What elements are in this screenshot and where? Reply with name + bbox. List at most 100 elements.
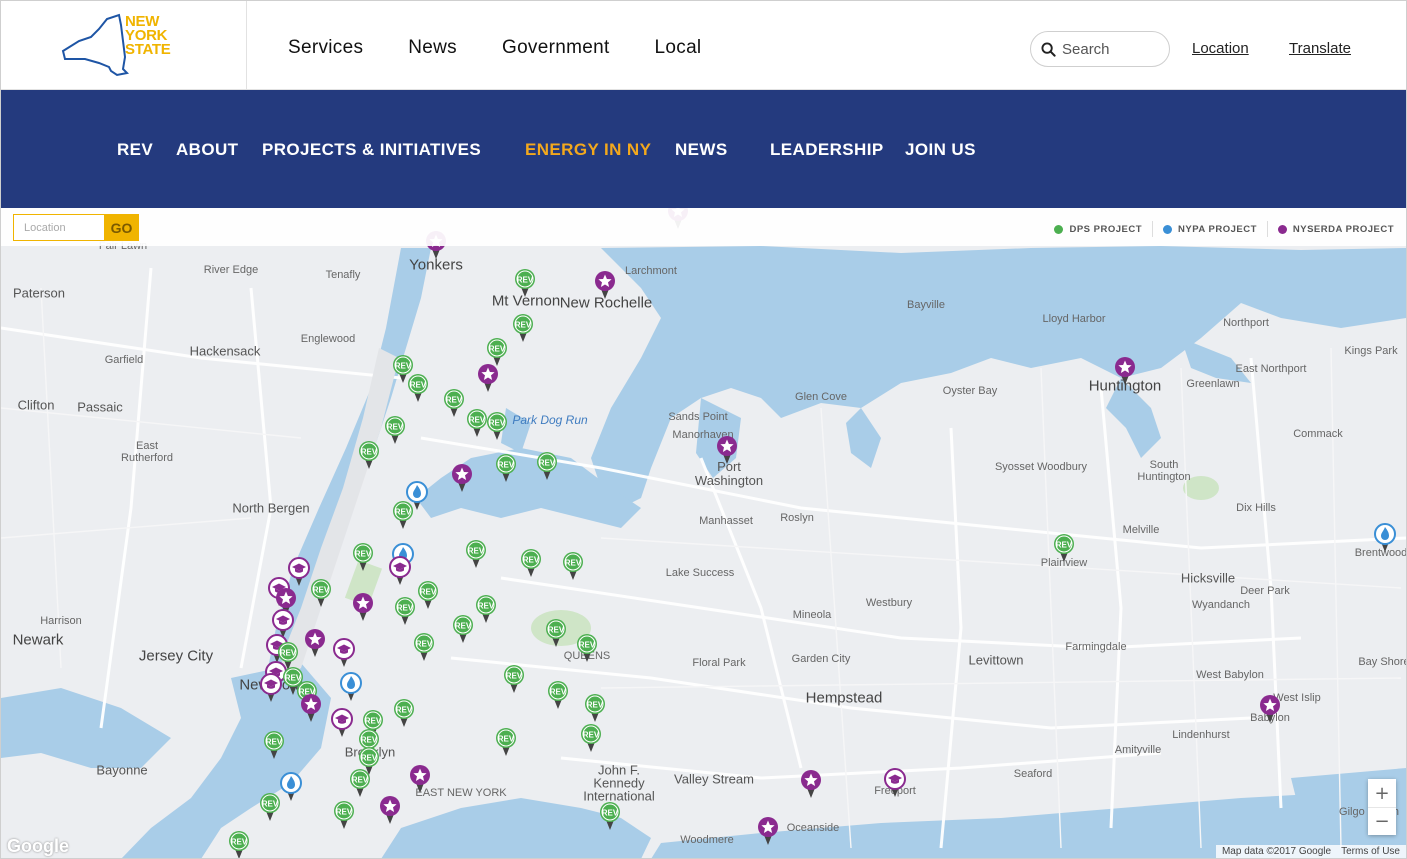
dps-rev-marker[interactable]: REV — [332, 800, 356, 830]
dps-rev-marker[interactable]: REV — [416, 580, 440, 610]
site-nav-energy-in-ny[interactable]: ENERGY IN NY — [525, 140, 651, 160]
search-input[interactable] — [1062, 40, 1158, 58]
nyserda-cap-marker[interactable] — [883, 768, 907, 798]
svg-text:REV: REV — [365, 717, 382, 726]
site-nav-news[interactable]: NEWS — [675, 140, 728, 160]
svg-text:REV: REV — [1056, 541, 1073, 550]
nys-logo[interactable]: NEW YORK STATE — [1, 1, 247, 89]
translate-link[interactable]: Translate — [1289, 40, 1351, 57]
dps-rev-marker[interactable]: REV — [598, 801, 622, 831]
nav-news[interactable]: News — [408, 37, 457, 59]
nyserda-star-marker[interactable] — [756, 816, 780, 846]
dps-rev-marker[interactable]: REV — [583, 693, 607, 723]
dps-rev-marker[interactable]: REV — [511, 313, 535, 343]
place-label: Oceanside — [786, 822, 840, 834]
dps-rev-marker[interactable]: REV — [513, 268, 537, 298]
dps-rev-marker[interactable]: REV — [392, 698, 416, 728]
nyserda-star-marker[interactable] — [1113, 356, 1137, 386]
site-nav-about[interactable]: ABOUT — [176, 140, 238, 160]
dps-rev-marker[interactable]: REV — [227, 830, 251, 858]
nav-local[interactable]: Local — [655, 37, 702, 59]
nypa-marker[interactable] — [339, 672, 363, 702]
site-nav-rev[interactable]: REV — [117, 140, 153, 160]
svg-text:REV: REV — [416, 640, 433, 649]
nyserda-star-marker[interactable] — [378, 795, 402, 825]
legend-dps[interactable]: DPS PROJECT — [1044, 221, 1154, 237]
dps-rev-marker[interactable]: REV — [519, 548, 543, 578]
svg-text:REV: REV — [523, 556, 540, 565]
dps-rev-marker[interactable]: REV — [494, 727, 518, 757]
dps-rev-marker[interactable]: REV — [494, 453, 518, 483]
dps-rev-marker[interactable]: REV — [474, 594, 498, 624]
dps-rev-marker[interactable]: REV — [544, 618, 568, 648]
place-label: Lindenhurst — [1172, 729, 1230, 741]
dps-rev-marker[interactable]: REV — [561, 551, 585, 581]
map-base-layer — [1, 208, 1406, 858]
nyserda-star-marker[interactable] — [299, 693, 323, 723]
nyserda-star-marker[interactable] — [408, 764, 432, 794]
dps-rev-marker[interactable]: REV — [393, 596, 417, 626]
svg-text:REV: REV — [361, 736, 378, 745]
dps-rev-marker[interactable]: REV — [535, 451, 559, 481]
dps-rev-marker[interactable]: REV — [391, 500, 415, 530]
nyserda-star-marker[interactable] — [303, 628, 327, 658]
dps-rev-marker[interactable]: REV — [412, 632, 436, 662]
zoom-out-button[interactable]: − — [1368, 807, 1396, 835]
dps-rev-marker[interactable]: REV — [485, 411, 509, 441]
legend-nyserda[interactable]: NYSERDA PROJECT — [1268, 221, 1394, 237]
dps-rev-marker[interactable]: REV — [502, 664, 526, 694]
nav-services[interactable]: Services — [288, 37, 363, 59]
place-label: Bayonne — [96, 762, 148, 778]
place-label: Deer Park — [1240, 585, 1290, 597]
place-label: Mineola — [792, 609, 832, 621]
nypa-marker[interactable] — [1373, 523, 1397, 553]
terms-of-use-link[interactable]: Terms of Use — [1341, 846, 1400, 857]
site-nav-projects[interactable]: PROJECTS & INITIATIVES — [262, 140, 481, 160]
location-link[interactable]: Location — [1192, 40, 1249, 57]
dps-rev-marker[interactable]: REV — [575, 633, 599, 663]
nyserda-star-marker[interactable] — [593, 270, 617, 300]
map-data-credit: Map data ©2017 Google — [1221, 846, 1332, 857]
site-nav-leadership[interactable]: LEADERSHIP — [770, 140, 884, 160]
dps-rev-marker[interactable]: REV — [442, 388, 466, 418]
dps-rev-marker[interactable]: REV — [1052, 533, 1076, 563]
dps-rev-marker[interactable]: REV — [464, 539, 488, 569]
nyserda-cap-marker[interactable] — [330, 708, 354, 738]
svg-text:REV: REV — [352, 776, 369, 785]
dps-rev-marker[interactable]: REV — [451, 614, 475, 644]
nyserda-cap-marker[interactable] — [332, 638, 356, 668]
new-york-state-outline-icon — [61, 13, 130, 77]
map-go-button[interactable]: GO — [104, 214, 139, 241]
dps-rev-marker[interactable]: REV — [351, 542, 375, 572]
dps-rev-marker[interactable]: REV — [258, 792, 282, 822]
dps-rev-marker[interactable]: REV — [383, 415, 407, 445]
place-label: Hicksville — [1180, 570, 1236, 586]
site-nav-join-us[interactable]: JOIN US — [905, 140, 976, 160]
nyserda-cap-marker[interactable] — [259, 673, 283, 703]
nyserda-cap-marker[interactable] — [388, 556, 412, 586]
dps-rev-marker[interactable]: REV — [579, 723, 603, 753]
nyserda-star-marker[interactable] — [1258, 694, 1282, 724]
nav-government[interactable]: Government — [502, 37, 610, 59]
dps-rev-marker[interactable]: REV — [357, 440, 381, 470]
dps-rev-marker[interactable]: REV — [348, 768, 372, 798]
place-label: East Northport — [1235, 363, 1307, 375]
place-label: Bayville — [907, 299, 945, 311]
nyserda-star-marker[interactable] — [799, 769, 823, 799]
nyserda-star-marker[interactable] — [715, 435, 739, 465]
page: NEW YORK STATE Services News Government … — [0, 0, 1407, 859]
dps-rev-marker[interactable]: REV — [546, 680, 570, 710]
project-map[interactable]: Yonkers Larchmont Mt Vernon New Rochelle Fai… — [1, 208, 1406, 858]
map-location-input[interactable] — [13, 214, 105, 241]
nyserda-star-marker[interactable] — [351, 592, 375, 622]
dps-rev-marker[interactable]: REV — [406, 373, 430, 403]
dps-rev-marker[interactable]: REV — [262, 730, 286, 760]
map-legend: DPS PROJECT NYPA PROJECT NYSERDA PROJECT — [1044, 221, 1394, 237]
dps-rev-marker[interactable]: REV — [309, 578, 333, 608]
nyserda-star-marker[interactable] — [450, 463, 474, 493]
zoom-in-button[interactable]: + — [1368, 779, 1396, 807]
search-box[interactable] — [1030, 31, 1170, 67]
nyserda-star-marker[interactable] — [476, 363, 500, 393]
nypa-marker[interactable] — [279, 772, 303, 802]
legend-nypa[interactable]: NYPA PROJECT — [1153, 221, 1268, 237]
